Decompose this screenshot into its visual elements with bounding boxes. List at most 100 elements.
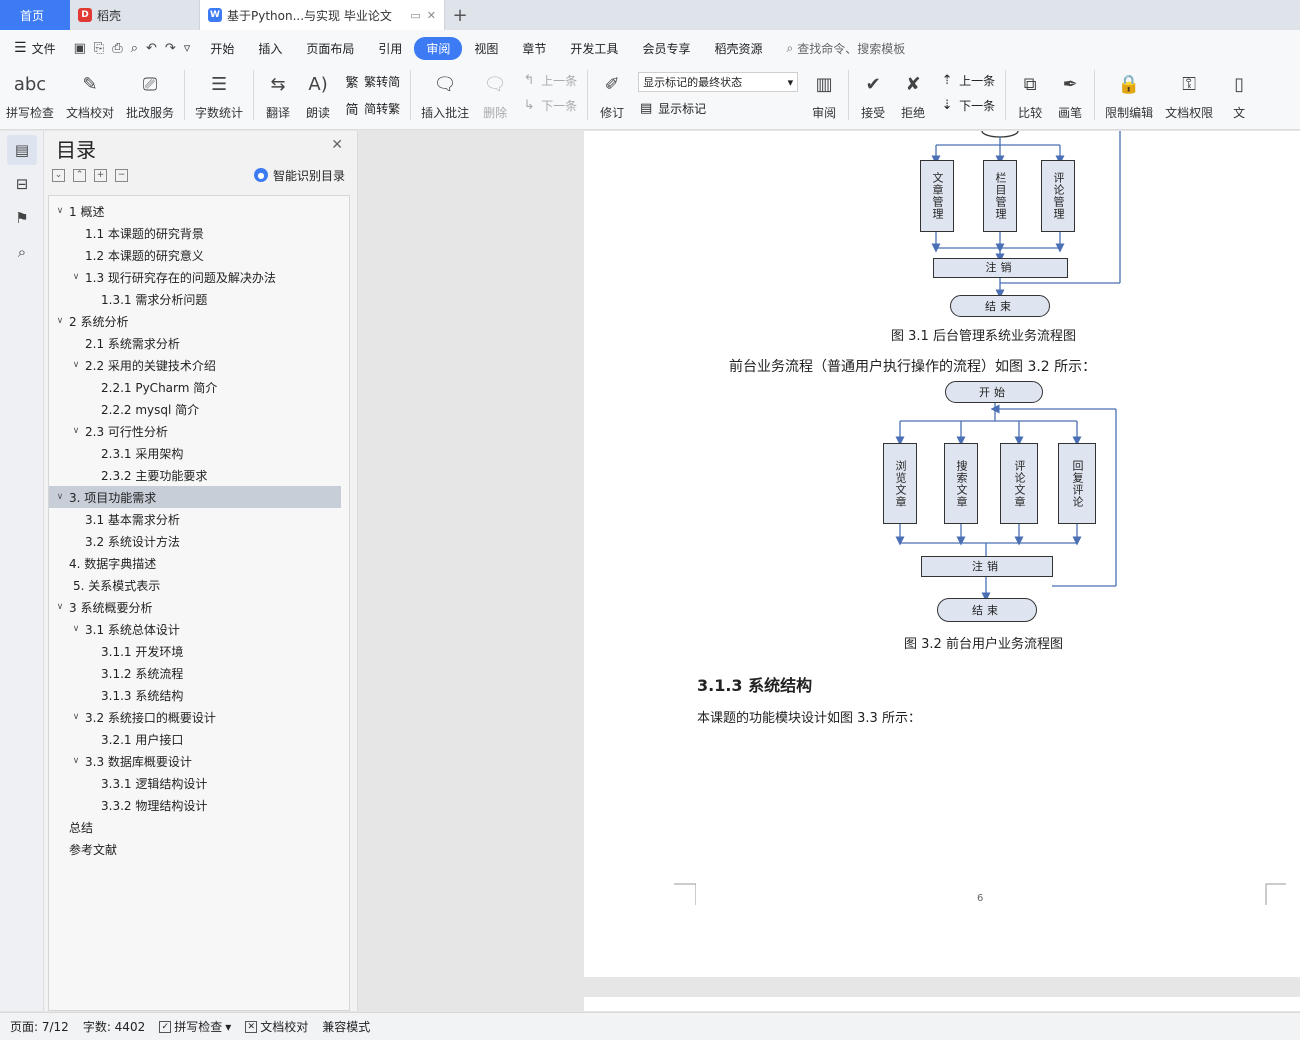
chevron-down-icon[interactable]: ∨ (69, 756, 83, 766)
toc-add-icon[interactable]: + (94, 168, 107, 182)
toc-item[interactable]: 2.2.1 PyCharm 简介 (49, 376, 349, 398)
search-panel-icon[interactable]: ⌕ (7, 237, 37, 267)
toc-item[interactable]: 2.3.1 采用架构 (49, 442, 349, 464)
toc-item[interactable]: 总结 (49, 816, 349, 838)
delete-comment-button[interactable]: 🗨 删除 (475, 70, 515, 121)
toc-item[interactable]: ∨ 3 系统概要分析 (49, 596, 349, 618)
tab-document[interactable]: W 基于Python...与实现 毕业论文 ▭ ✕ (200, 0, 445, 30)
word-count-indicator[interactable]: 字数: 4402 (83, 1018, 145, 1035)
batch-correct-button[interactable]: ⎚ 批改服务 (120, 70, 180, 121)
menu-review[interactable]: 审阅 (414, 36, 463, 60)
toc-remove-icon[interactable]: − (115, 168, 128, 182)
close-icon[interactable]: ✕ (331, 137, 343, 153)
navigation-icon[interactable]: ⊟ (7, 169, 37, 199)
page-indicator[interactable]: 页面: 7/12 (10, 1018, 69, 1035)
status-proofread[interactable]: ✕ 文档校对 (245, 1018, 308, 1035)
accept-button[interactable]: ✔ 接受 (853, 70, 893, 121)
tab-home[interactable]: 首页 (0, 0, 70, 30)
toc-item[interactable]: ∨ 3. 项目功能需求 (49, 486, 341, 508)
menu-reference[interactable]: 引用 (366, 37, 414, 60)
command-search[interactable]: ⌕ 查找命令、搜索模板 (786, 40, 905, 57)
toc-item[interactable]: 3.1.2 系统流程 (49, 662, 349, 684)
toc-item[interactable]: 3.3.2 物理结构设计 (49, 794, 349, 816)
menu-member[interactable]: 会员专享 (630, 37, 702, 60)
status-spell-check[interactable]: ✓ 拼写检查 ▾ (159, 1018, 231, 1035)
toc-item[interactable]: 2.3.2 主要功能要求 (49, 464, 349, 486)
chevron-down-icon[interactable]: ∨ (69, 272, 83, 282)
toc-item[interactable]: 1.1 本课题的研究背景 (49, 222, 349, 244)
word-count-button[interactable]: ☰ 字数统计 (189, 70, 249, 121)
export-icon[interactable]: ⎘ (94, 41, 104, 56)
reject-button[interactable]: ✘ 拒绝 (893, 70, 933, 121)
prev-comment-button[interactable]: ↰ 上一条 (521, 72, 577, 89)
toc-item[interactable]: ∨ 2.3 可行性分析 (49, 420, 349, 442)
tab-screen-icon[interactable]: ▭ (410, 9, 420, 22)
more-icon[interactable]: ▿ (184, 41, 191, 56)
menu-insert[interactable]: 插入 (246, 37, 294, 60)
toc-item[interactable]: 3.1.1 开发环境 (49, 640, 349, 662)
next-change-button[interactable]: ⇣ 下一条 (939, 97, 995, 114)
toc-item[interactable]: 4. 数据字典描述 (49, 552, 349, 574)
simp-to-trad-button[interactable]: 简简转繁 (344, 99, 401, 118)
toc-item[interactable]: 3.3.1 逻辑结构设计 (49, 772, 349, 794)
toc-item[interactable]: 2.1 系统需求分析 (49, 332, 349, 354)
toc-item[interactable]: 5. 关系模式表示 (49, 574, 349, 596)
undo-icon[interactable]: ↶ (146, 41, 157, 56)
chevron-down-icon[interactable]: ∨ (69, 712, 83, 722)
toc-item[interactable]: 3.1 基本需求分析 (49, 508, 349, 530)
chevron-down-icon[interactable]: ∨ (53, 316, 67, 326)
menu-start[interactable]: 开始 (198, 37, 246, 60)
bookmark-icon[interactable]: ⚑ (7, 203, 37, 233)
next-comment-button[interactable]: ↳ 下一条 (521, 97, 577, 114)
toc-item[interactable]: 3.2 系统设计方法 (49, 530, 349, 552)
toc-item[interactable]: ∨ 2 系统分析 (49, 310, 349, 332)
toc-item[interactable]: ∨ 1.3 现行研究存在的问题及解决办法 (49, 266, 349, 288)
toc-item[interactable]: 1.3.1 需求分析问题 (49, 288, 349, 310)
chevron-down-icon[interactable]: ∨ (69, 360, 83, 370)
menu-devtools[interactable]: 开发工具 (558, 37, 630, 60)
toc-item[interactable]: ∨ 1 概述 (49, 200, 349, 222)
restrict-edit-button[interactable]: 🔒 限制编辑 (1099, 70, 1159, 121)
chevron-down-icon[interactable]: ∨ (69, 624, 83, 634)
toc-item[interactable]: ∨ 3.2 系统接口的概要设计 (49, 706, 349, 728)
markup-state-select[interactable]: 显示标记的最终状态 ▾ (638, 72, 799, 92)
tab-daoke[interactable]: D 稻壳 (70, 0, 200, 30)
tab-close-icon[interactable]: ✕ (427, 9, 436, 22)
print-icon[interactable]: ⎙ (112, 41, 122, 56)
toc-collapse-icon[interactable]: ⌄ (52, 168, 65, 182)
proofread-button[interactable]: ✎ 文档校对 (60, 70, 120, 121)
smart-toc-button[interactable]: ● 智能识别目录 (253, 167, 345, 184)
compare-button[interactable]: ⧉ 比较 (1010, 70, 1050, 121)
chevron-down-icon[interactable]: ∨ (53, 602, 67, 612)
insert-comment-button[interactable]: 🗨 插入批注 (415, 70, 475, 121)
track-changes-button[interactable]: ✐ 修订 (592, 70, 632, 121)
review-pane-button[interactable]: ▥ 审阅 (804, 70, 844, 121)
toc-item[interactable]: ∨ 2.2 采用的关键技术介绍 (49, 354, 349, 376)
redo-icon[interactable]: ↷ (165, 41, 176, 56)
toc-item[interactable]: 3.2.1 用户接口 (49, 728, 349, 750)
toc-expand-icon[interactable]: ⌃ (73, 168, 86, 182)
doc-more-button[interactable]: ▯ 文 (1219, 70, 1259, 121)
chevron-down-icon[interactable]: ∨ (69, 426, 83, 436)
preview-icon[interactable]: ⌕ (131, 41, 138, 56)
menu-chapter[interactable]: 章节 (510, 37, 558, 60)
doc-permission-button[interactable]: ⚿ 文档权限 (1159, 70, 1219, 121)
prev-change-button[interactable]: ⇡ 上一条 (939, 72, 995, 89)
file-menu[interactable]: ☰ 文件 (0, 40, 66, 57)
translate-button[interactable]: ⇆ 翻译 (258, 70, 298, 121)
trad-to-simp-button[interactable]: 繁繁转简 (344, 72, 401, 91)
toc-item[interactable]: 1.2 本课题的研究意义 (49, 244, 349, 266)
toc-item[interactable]: ∨ 3.1 系统总体设计 (49, 618, 349, 640)
spell-check-button[interactable]: abc 拼写检查 (0, 70, 60, 121)
menu-view[interactable]: 视图 (462, 37, 510, 60)
toc-item[interactable]: 参考文献 (49, 838, 349, 860)
read-aloud-button[interactable]: A) 朗读 (298, 70, 338, 121)
toc-panel-icon[interactable]: ▤ (7, 135, 37, 165)
chevron-down-icon[interactable]: ∨ (53, 492, 67, 502)
chevron-down-icon[interactable]: ∨ (53, 206, 67, 216)
menu-layout[interactable]: 页面布局 (294, 37, 366, 60)
pen-button[interactable]: ✒ 画笔 (1050, 70, 1090, 121)
new-tab-icon[interactable]: + (445, 0, 475, 30)
toc-item[interactable]: ∨ 3.3 数据库概要设计 (49, 750, 349, 772)
save-icon[interactable]: ▣ (74, 41, 86, 56)
